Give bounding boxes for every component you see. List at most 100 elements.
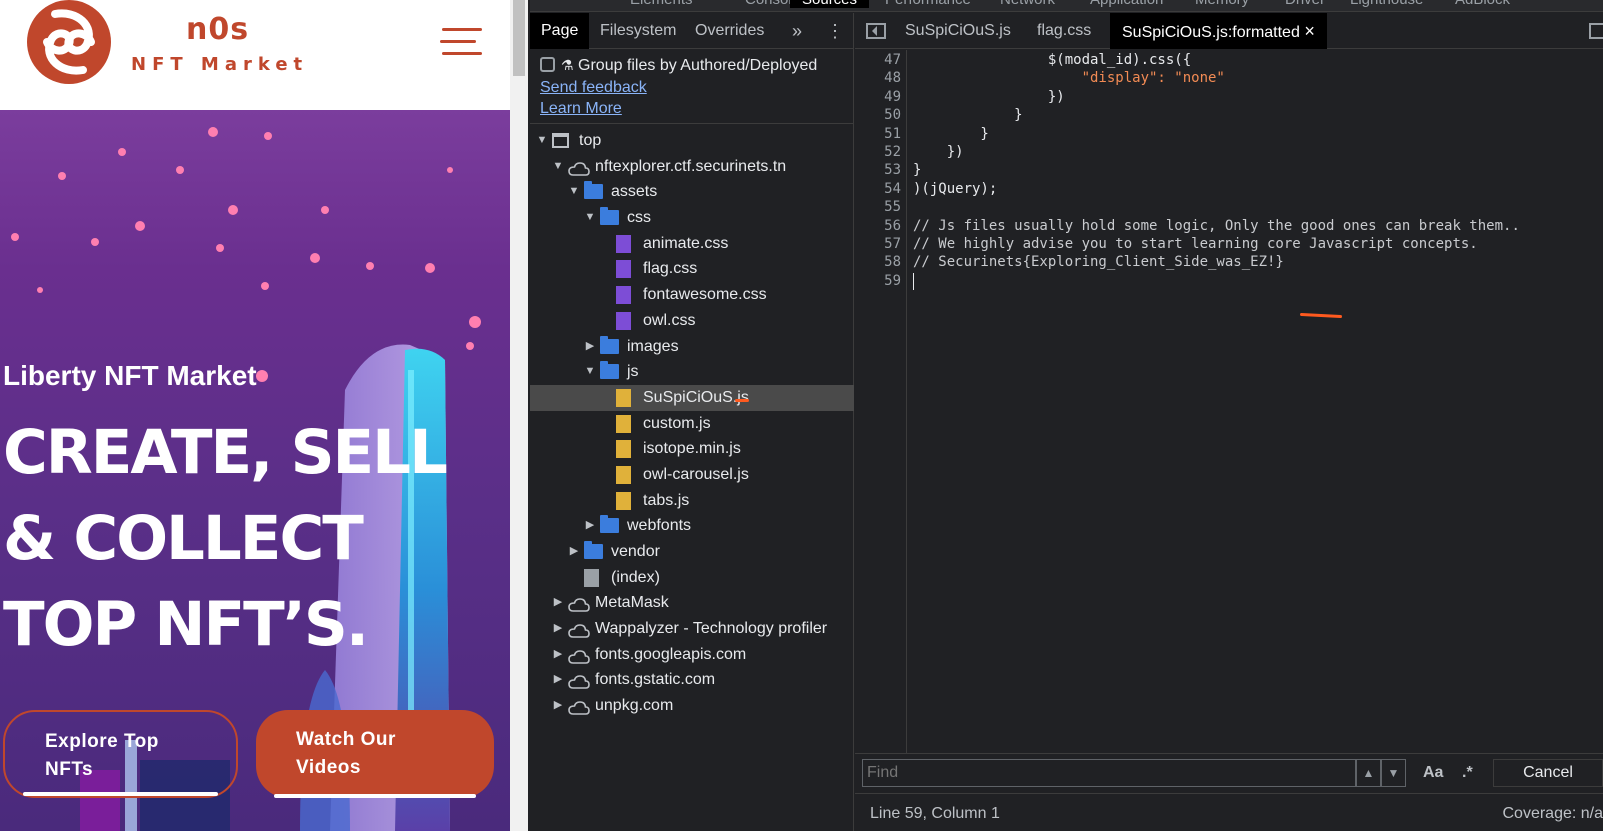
collapsed-arrow-icon[interactable]: ▶ [584,513,596,539]
website-scrollbar[interactable] [510,0,528,831]
panel-tab-performance[interactable]: Performance [885,0,971,8]
expanded-arrow-icon[interactable]: ▼ [536,128,548,154]
tree-item[interactable]: ▼ assets [530,179,854,205]
tree-item[interactable]: ▶ Wappalyzer - Technology profiler [530,616,854,642]
line-number[interactable]: 59 [884,273,901,289]
tree-item[interactable]: ▶ webfonts [530,513,854,539]
panel-tab-elements[interactable]: Elements [630,0,693,8]
navigator-menu-icon[interactable]: ⋮ [826,13,844,49]
tree-item[interactable]: ▶ fonts.gstatic.com [530,667,854,693]
tree-item[interactable]: ▼ nftexplorer.ctf.securinets.tn [530,154,854,180]
logo-text[interactable]: n0s [186,12,249,47]
tree-item[interactable]: SuSpiCiOuS.js [530,384,854,411]
tree-item[interactable]: fontawesome.css [530,282,854,308]
panel-tab-network[interactable]: Network [1000,0,1055,8]
tree-item[interactable]: ▶ unpkg.com [530,693,854,719]
more-tabs-icon[interactable]: » [792,13,802,49]
sources-navigator: Page Filesystem Overrides » ⋮ ⚗ Group fi… [530,13,854,831]
toggle-navigator-icon[interactable] [866,23,886,39]
line-number[interactable]: 53 [884,162,901,178]
expanded-arrow-icon[interactable]: ▼ [584,359,596,385]
panel-tab-adblock[interactable]: AdBlock [1455,0,1510,8]
tree-item[interactable]: ▶ MetaMask [530,590,854,616]
match-case-toggle[interactable]: Aa [1423,764,1443,782]
panel-tab-memory[interactable]: Memory [1195,0,1249,8]
css-file-icon [616,260,631,279]
find-input[interactable] [862,759,1356,787]
panel-tab-sources[interactable]: Sources [790,0,870,8]
tree-item[interactable]: (index) [530,565,854,591]
collapsed-arrow-icon[interactable]: ▶ [552,693,564,719]
explore-top-nfts-button[interactable]: Explore Top NFTs [3,710,238,798]
coverage-status[interactable]: Coverage: n/a [1502,805,1603,823]
find-cancel-button[interactable]: Cancel [1493,759,1603,787]
group-files-label: Group files by Authored/Deployed [578,57,818,74]
tree-item[interactable]: owl-carousel.js [530,462,854,488]
line-number[interactable]: 49 [884,89,901,105]
panel-tab-lighthouse[interactable]: Lighthouse [1350,0,1423,8]
checkbox-icon[interactable] [540,57,555,72]
collapsed-arrow-icon[interactable]: ▶ [552,616,564,642]
learn-more-link[interactable]: Learn More [540,100,622,118]
tab-overrides[interactable]: Overrides [695,13,764,49]
tree-item[interactable]: owl.css [530,308,854,334]
group-files-checkbox[interactable]: ⚗ Group files by Authored/Deployed [540,57,817,75]
tree-item[interactable]: isotope.min.js [530,436,854,462]
line-number[interactable]: 55 [884,199,901,215]
tree-item[interactable]: ▼ js [530,359,854,385]
line-number[interactable]: 57 [884,236,901,252]
send-feedback-link[interactable]: Send feedback [540,79,647,97]
tree-item[interactable]: tabs.js [530,488,854,514]
website-viewport: n0s NFT Market Liberty NFT Market CREATE… [0,0,510,831]
tab-page[interactable]: Page [530,13,590,49]
hamburger-menu-icon[interactable] [440,28,482,60]
tree-item[interactable]: custom.js [530,411,854,437]
editor-tab-flag-css[interactable]: flag.css [1037,13,1091,49]
regex-toggle[interactable]: .* [1462,764,1473,782]
panel-tab-application[interactable]: Application [1090,0,1163,8]
toggle-debugger-icon[interactable] [1589,23,1603,39]
find-next-icon[interactable]: ▼ [1381,759,1406,787]
collapsed-arrow-icon[interactable]: ▶ [584,334,596,360]
tab-filesystem[interactable]: Filesystem [600,13,676,49]
editor-tab-suspicious-formatted[interactable]: SuSpiCiOuS.js:formatted × [1110,13,1327,49]
find-previous-icon[interactable]: ▲ [1356,759,1381,787]
scrollbar-thumb[interactable] [513,0,525,76]
close-tab-icon[interactable]: × [1304,21,1315,41]
line-number[interactable]: 56 [884,218,901,234]
line-number[interactable]: 50 [884,107,901,123]
tree-item[interactable]: ▶ images [530,334,854,360]
tree-item[interactable]: flag.css [530,256,854,282]
editor-tab-suspicious-js[interactable]: SuSpiCiOuS.js [905,13,1011,49]
devtools-panel-tabs: Elements Console Sources Performance Net… [530,0,1603,12]
expanded-arrow-icon[interactable]: ▼ [552,154,564,180]
line-number[interactable]: 48 [884,70,901,86]
tree-item[interactable]: ▼ top [530,128,854,154]
css-file-icon [616,234,631,253]
line-number[interactable]: 58 [884,254,901,270]
line-number[interactable]: 54 [884,181,901,197]
line-number[interactable]: 47 [884,52,901,68]
expanded-arrow-icon[interactable]: ▼ [584,205,596,231]
panel-tab-driver[interactable]: Driver [1285,0,1325,8]
expanded-arrow-icon[interactable]: ▼ [568,179,580,205]
highlight-annotation [1299,312,1343,319]
tree-item[interactable]: ▶ fonts.googleapis.com [530,642,854,668]
line-number[interactable]: 52 [884,144,901,160]
code-editor: SuSpiCiOuS.js flag.css SuSpiCiOuS.js:for… [855,13,1603,831]
js-file-icon [616,491,631,510]
watch-our-videos-button[interactable]: Watch Our Videos [256,710,494,798]
collapsed-arrow-icon[interactable]: ▶ [552,667,564,693]
tree-item-label: custom.js [643,414,711,432]
collapsed-arrow-icon[interactable]: ▶ [552,642,564,668]
tree-item[interactable]: animate.css [530,231,854,257]
navigator-tabs: Page Filesystem Overrides » ⋮ [530,13,854,49]
line-number[interactable]: 51 [884,126,901,142]
code-area[interactable]: 47 48 49 50 51 52 53 54 55 56 57 58 59 $(modal_id).c… [855,50,1603,753]
tree-item[interactable]: ▼ css [530,205,854,231]
collapsed-arrow-icon[interactable]: ▶ [568,539,580,565]
line-number-gutter: 47 48 49 50 51 52 53 54 55 56 57 58 59 [855,50,907,753]
tree-item[interactable]: ▶ vendor [530,539,854,565]
collapsed-arrow-icon[interactable]: ▶ [552,590,564,616]
button-underline [274,794,476,798]
